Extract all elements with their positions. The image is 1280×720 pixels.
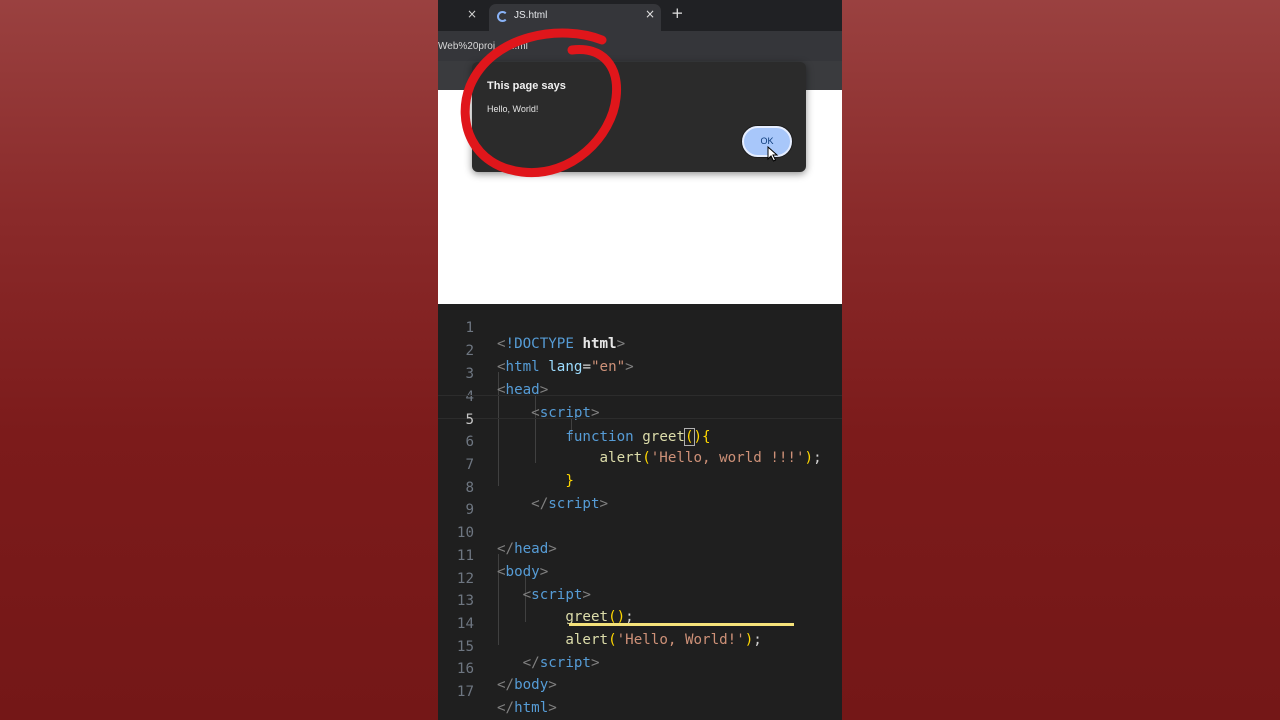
loading-favicon-icon — [497, 11, 508, 22]
video-frame: × JS.html × + Web%20proj...o...ml This p… — [438, 0, 842, 720]
url-text: Web%20proj...o...ml — [438, 41, 528, 52]
previous-tab-close-icon[interactable]: × — [467, 7, 477, 21]
code-editor[interactable]: 1 <!DOCTYPE html> 2 <html lang="en"> 3 <… — [438, 304, 842, 720]
code-line-4: 4 <script> — [438, 373, 842, 421]
code-line-6: 6 alert('Hello, world !!!'); — [438, 418, 842, 466]
code-line-3: 3 <head> — [438, 350, 842, 398]
code-line-16: 16 </body> — [438, 645, 842, 693]
yellow-underline-annotation — [569, 623, 794, 626]
code-line-12: 12 <script> — [438, 555, 842, 603]
code-line-1: 1 <!DOCTYPE html> — [438, 304, 842, 352]
tab-js-html[interactable]: JS.html × — [489, 4, 661, 31]
code-line-5: 5 function greet(){ — [438, 395, 842, 446]
code-line-11: 11 <body> — [438, 532, 842, 580]
alert-dialog: This page says Hello, World! OK — [472, 62, 806, 172]
code-line-14: 14 alert('Hello, World!'); — [438, 600, 842, 648]
code-line-2: 2 <html lang="en"> — [438, 327, 842, 375]
code-line-9: 9 — [438, 486, 842, 518]
browser-tab-bar: × JS.html × + — [438, 0, 842, 31]
tag-token: html — [514, 700, 549, 716]
new-tab-plus-icon[interactable]: + — [671, 4, 684, 22]
tab-title: JS.html — [514, 10, 548, 21]
line-number: 17 — [456, 684, 474, 700]
dialog-message: Hello, World! — [487, 104, 539, 114]
code-line-13: 13 greet(); — [438, 577, 842, 625]
code-line-17: 17 </html> — [438, 668, 842, 716]
code-line-10: 10 </head> — [438, 509, 842, 557]
mouse-pointer-icon — [767, 146, 779, 162]
address-bar[interactable]: Web%20proj...o...ml — [438, 31, 842, 61]
tab-close-icon[interactable]: × — [645, 7, 655, 21]
dialog-title: This page says — [487, 80, 566, 92]
code-line-15: 15 </script> — [438, 623, 842, 671]
code-line-7: 7 } — [438, 441, 842, 489]
code-line-8: 8 </script> — [438, 464, 842, 512]
